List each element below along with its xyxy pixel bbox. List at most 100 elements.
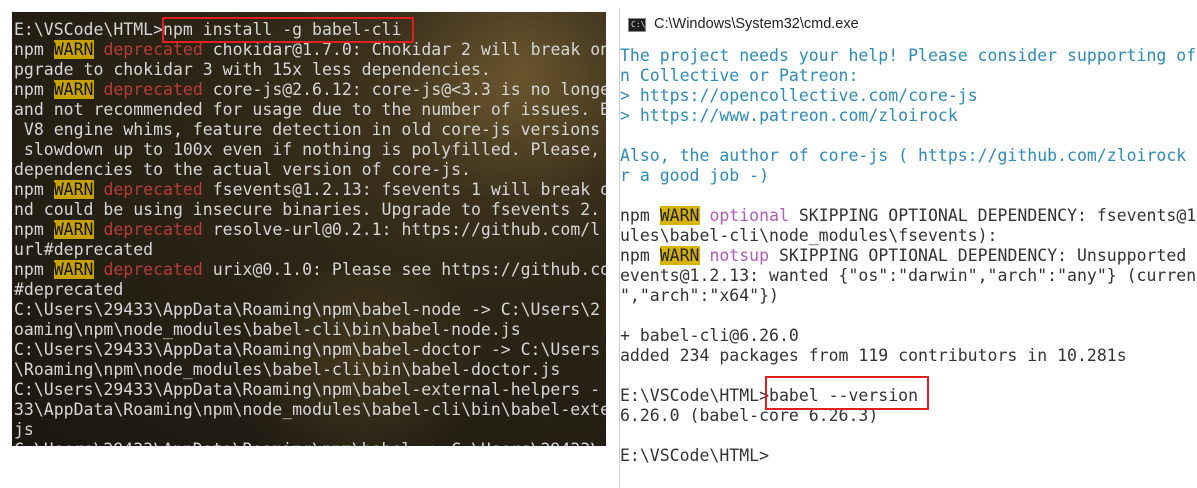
cmd-window[interactable]: C:\ C:\Windows\System32\cmd.exe The proj… <box>619 8 1197 488</box>
terminal-text: C:\Users\29433\AppData\Roaming\npm\babel… <box>14 380 601 399</box>
terminal-line: js <box>14 420 606 440</box>
terminal-line: pgrade to chokidar 3 with 15x less depen… <box>14 60 606 80</box>
terminal-line: The project needs your help! Please cons… <box>620 46 1196 66</box>
version-highlight-box <box>765 376 929 410</box>
warn-badge: WARN <box>53 80 94 99</box>
terminal-text: npm <box>14 220 54 239</box>
terminal-line: added 234 packages from 119 contributors… <box>620 346 1196 366</box>
terminal-text: npm <box>620 206 660 225</box>
terminal-text: E:\VSCode\HTML> <box>14 20 164 39</box>
terminal-text: The project needs your help! Please cons… <box>620 46 1197 65</box>
terminal-line: ules\babel-cli\node_modules\fsevents): <box>620 226 1196 246</box>
terminal-text: deprecated <box>103 220 203 239</box>
terminal-line: Also, the author of core-js ( https://gi… <box>620 146 1196 166</box>
terminal-text: deprecated <box>103 180 203 199</box>
terminal-text: SKIPPING OPTIONAL DEPENDENCY: Unsupporte… <box>769 246 1187 265</box>
terminal-text: > <box>620 106 640 125</box>
terminal-text: resolve-url@0.2.1: https://github.com/l <box>202 220 601 239</box>
terminal-line: dependencies to the actual version of co… <box>14 160 606 180</box>
terminal-line: npm WARN deprecated resolve-url@0.2.1: h… <box>14 220 606 240</box>
terminal-line: ","arch":"x64"}) <box>620 286 1196 306</box>
title-bar[interactable]: C:\ C:\Windows\System32\cmd.exe <box>620 8 1197 42</box>
terminal-line: oaming\npm\node_modules\babel-cli\bin\ba… <box>14 320 606 340</box>
terminal-text: https://github.com/zloirock <box>918 146 1187 165</box>
terminal-line: > https://www.patreon.com/zloirock <box>620 106 1196 126</box>
terminal-text: optional <box>709 206 789 225</box>
terminal-text: npm <box>620 246 660 265</box>
terminal-line: events@1.2.13: wanted {"os":"darwin","ar… <box>620 266 1196 286</box>
terminal-line: C:\Users\29433\AppData\Roaming\npm\babel… <box>14 340 606 360</box>
terminal-line: > https://opencollective.com/core-js <box>620 86 1196 106</box>
terminal-text: ","arch":"x64"}) <box>620 286 779 305</box>
terminal-text: npm <box>14 40 54 59</box>
terminal-text: events@1.2.13: wanted {"os":"darwin","ar… <box>620 266 1197 285</box>
terminal-text: https://www.patreon.com/zloirock <box>639 106 958 125</box>
warn-badge: WARN <box>53 180 94 199</box>
terminal-line: r a good job -) <box>620 166 1196 186</box>
terminal-text: deprecated <box>103 260 203 279</box>
left-terminal-window[interactable]: E:\VSCode\HTML>npm install -g babel-cli n… <box>12 12 606 446</box>
terminal-line: n Collective or Patreon: <box>620 66 1196 86</box>
terminal-line: slowdown up to 100x even if nothing is p… <box>14 140 606 160</box>
terminal-text: C:\Users\29433\AppData\Roaming\npm\babel… <box>14 300 601 319</box>
terminal-text: core-js@2.6.12: core-js@<3.3 is no longe <box>202 80 606 99</box>
window-title: C:\Windows\System32\cmd.exe <box>654 16 859 32</box>
terminal-text: C:\Users\29433\AppData\Roaming\npm\babel… <box>14 440 600 446</box>
terminal-line: C:\Users\29433\AppData\Roaming\npm\babel… <box>14 440 606 446</box>
terminal-text: + babel-cli@6.26.0 <box>620 326 799 345</box>
terminal-text: ules\babel-cli\node_modules\fsevents): <box>620 226 998 245</box>
terminal-line: V8 engine whims, feature detection in ol… <box>14 120 606 140</box>
terminal-line: npm WARN deprecated urix@0.1.0: Please s… <box>14 260 606 280</box>
terminal-text: npm <box>14 180 54 199</box>
terminal-text: fsevents@1.2.13: fsevents 1 will break o <box>202 180 606 199</box>
terminal-line: and not recommended for usage due to the… <box>14 100 606 120</box>
terminal-line: npm WARN optional SKIPPING OPTIONAL DEPE… <box>620 206 1196 226</box>
warn-badge: WARN <box>53 260 94 279</box>
left-terminal-output: E:\VSCode\HTML>npm install -g babel-cli n… <box>14 20 606 446</box>
terminal-text: V8 engine whims, feature detection in ol… <box>14 120 601 139</box>
terminal-line: npm WARN notsup SKIPPING OPTIONAL DEPEND… <box>620 246 1196 266</box>
terminal-line: url#deprecated <box>14 240 606 260</box>
cmd-console-icon: C:\ <box>628 18 646 32</box>
warn-badge: WARN <box>659 206 700 225</box>
terminal-line: \Roaming\npm\node_modules\babel-cli\bin\… <box>14 360 606 380</box>
warn-badge: WARN <box>53 220 94 239</box>
terminal-text: n Collective or Patreon: <box>620 66 859 85</box>
terminal-text: nd could be using insecure binaries. Upg… <box>14 200 601 219</box>
terminal-line: 33\AppData\Roaming\npm\node_modules\babe… <box>14 400 606 420</box>
terminal-line: E:\VSCode\HTML> <box>620 446 1196 466</box>
terminal-text: > <box>620 86 640 105</box>
terminal-text: E:\VSCode\HTML> <box>620 446 770 465</box>
terminal-text: r a good job -) <box>620 166 770 185</box>
terminal-line: npm WARN deprecated fsevents@1.2.13: fse… <box>14 180 606 200</box>
terminal-text: dependencies to the actual version of co… <box>14 160 471 179</box>
warn-badge: WARN <box>53 40 94 59</box>
warn-badge: WARN <box>659 246 700 265</box>
terminal-text: Also, the author of core-js ( <box>620 146 919 165</box>
command-highlight-box <box>162 17 414 43</box>
terminal-line: #deprecated <box>14 280 606 300</box>
terminal-text: C:\Users\29433\AppData\Roaming\npm\babel… <box>14 340 601 359</box>
terminal-text: npm <box>14 80 54 99</box>
terminal-text: pgrade to chokidar 3 with 15x less depen… <box>14 60 491 79</box>
terminal-text: npm <box>14 260 54 279</box>
terminal-line: C:\Users\29433\AppData\Roaming\npm\babel… <box>14 380 606 400</box>
terminal-text: E:\VSCode\HTML> <box>620 386 770 405</box>
terminal-text: 33\AppData\Roaming\npm\node_modules\babe… <box>14 400 606 419</box>
terminal-line: + babel-cli@6.26.0 <box>620 326 1196 346</box>
terminal-text: #deprecated <box>14 280 124 299</box>
terminal-text: \Roaming\npm\node_modules\babel-cli\bin\… <box>14 360 561 379</box>
terminal-text: urix@0.1.0: Please see https://github.co <box>202 260 606 279</box>
terminal-line: npm WARN deprecated core-js@2.6.12: core… <box>14 80 606 100</box>
terminal-text: https://opencollective.com/core-js <box>639 86 978 105</box>
